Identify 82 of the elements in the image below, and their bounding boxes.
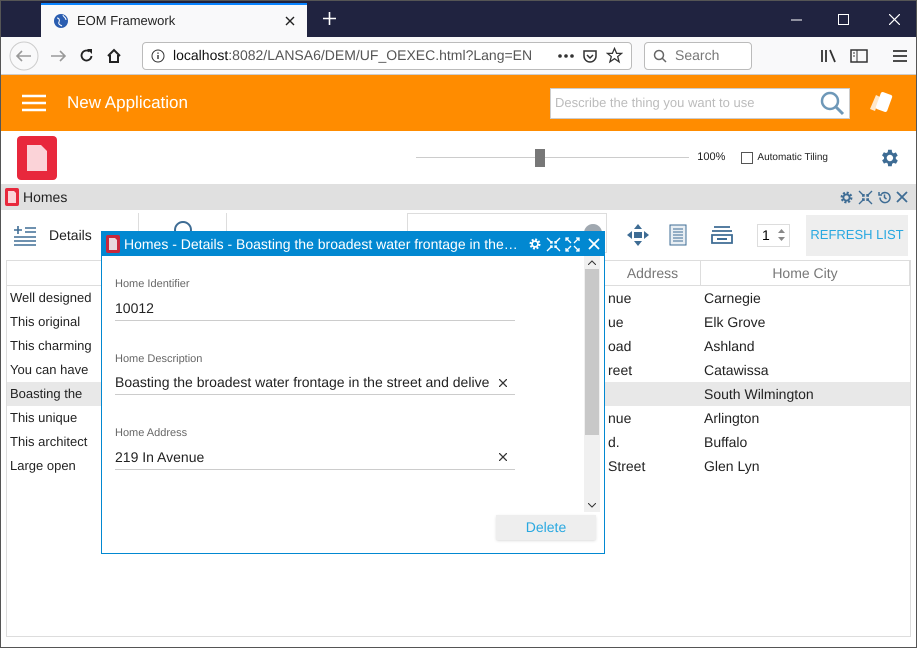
table-cell-text: Carnegie [703, 288, 762, 308]
table-cell-text: nue [607, 408, 632, 428]
checkbox-label: Automatic Tiling [757, 151, 828, 165]
pocket-icon[interactable] [582, 48, 598, 64]
star-icon[interactable] [606, 47, 623, 64]
table-cell-text: This unique [9, 409, 78, 428]
field-label: Home Description [115, 352, 204, 366]
forward-icon[interactable] [51, 50, 67, 62]
browser-search-field[interactable]: Search [644, 42, 752, 70]
globe-icon [53, 13, 69, 29]
url-path: :8082/LANSA6/DEM/UF_OEXEC.html?Lang=EN [228, 47, 532, 63]
panel-title: Homes [23, 188, 68, 206]
table-cell-text: Catawissa [703, 360, 770, 380]
new-tab-icon[interactable] [323, 12, 336, 25]
reload-icon[interactable] [79, 48, 94, 63]
table-cell-text: Glen Lyn [703, 456, 761, 476]
tray-icon[interactable] [711, 225, 733, 245]
table-cell-text: ue [607, 312, 625, 332]
table-cell-text: Elk Grove [703, 312, 766, 332]
table-cell-text: Well designed [9, 289, 92, 308]
sidebar-icon[interactable] [850, 48, 868, 64]
search-placeholder: Describe the thing you want to use [555, 94, 756, 112]
input-field[interactable]: 10012 [115, 296, 515, 320]
app-title: New Application [67, 92, 188, 114]
checkbox[interactable] [741, 152, 754, 164]
table-cell-text: Boasting the [9, 385, 84, 404]
close-icon[interactable] [896, 191, 908, 203]
scroll-down-icon[interactable] [588, 503, 596, 508]
expand-icon[interactable] [565, 236, 580, 252]
move-icon[interactable] [627, 224, 649, 246]
page-spinner[interactable]: 1 [757, 224, 790, 246]
slider-thumb[interactable] [534, 148, 545, 166]
document-icon [106, 235, 120, 253]
scrollbar[interactable] [584, 256, 600, 512]
menu-icon[interactable] [892, 48, 908, 62]
maximize-icon[interactable] [838, 14, 849, 25]
info-icon[interactable] [151, 48, 165, 62]
table-cell-text: You can have [9, 361, 90, 380]
table-cell-text: South Wilmington [703, 384, 815, 404]
table-cell-text: This charming [9, 337, 93, 356]
table-cell-text: Large open [9, 457, 77, 476]
clear-icon[interactable] [499, 378, 507, 386]
spinner-arrows-icon[interactable] [778, 228, 785, 242]
home-icon[interactable] [106, 48, 122, 64]
zoom-value: 100% [697, 150, 726, 166]
clear-icon[interactable] [499, 453, 507, 461]
search-icon [819, 90, 845, 116]
minimize-icon[interactable] [791, 19, 802, 21]
more-icon[interactable] [558, 54, 574, 58]
search-placeholder: Search [675, 46, 720, 65]
table-cell-text: Ashland [703, 336, 756, 356]
app-logo-icon[interactable] [17, 136, 57, 180]
table-cell-text: This architect [9, 433, 88, 452]
input-field[interactable]: 219 In Avenue [115, 446, 515, 470]
address-bar[interactable]: localhost:8082/LANSA6/DEM/UF_OEXEC.html?Lang=EN [142, 42, 632, 70]
table-cell-text: This original [9, 313, 82, 332]
close-window-icon[interactable] [889, 14, 900, 25]
url-host: localhost [173, 47, 228, 63]
table-cell-text: d. [607, 432, 621, 452]
field-label: Home Address [115, 426, 188, 441]
table-cell-text: nue [607, 288, 632, 308]
zoom-slider[interactable] [416, 148, 690, 166]
search-icon [653, 48, 667, 62]
list-icon[interactable] [669, 224, 687, 246]
table-cell-text: oad [607, 336, 632, 356]
table-cell-text: Buffalo [703, 432, 748, 452]
document-icon [5, 188, 19, 206]
column-header[interactable]: Home City [701, 261, 910, 285]
table-cell-text: reet [607, 360, 634, 380]
page-number: 1 [762, 226, 770, 244]
settings-icon[interactable] [839, 190, 854, 204]
close-tab-icon[interactable] [285, 16, 295, 26]
back-icon[interactable] [9, 40, 39, 70]
history-icon[interactable] [877, 190, 892, 204]
input-field[interactable]: Boasting the broadest water frontage in the street and delive [115, 371, 515, 395]
table-cell-text: Street [607, 456, 646, 476]
scroll-up-icon[interactable] [588, 260, 596, 265]
add-list-icon [13, 224, 37, 246]
table-cell-text: Arlington [703, 408, 760, 428]
library-icon[interactable] [820, 48, 838, 64]
shrink-icon[interactable] [858, 190, 873, 204]
field-label: Home Identifier [115, 277, 191, 292]
